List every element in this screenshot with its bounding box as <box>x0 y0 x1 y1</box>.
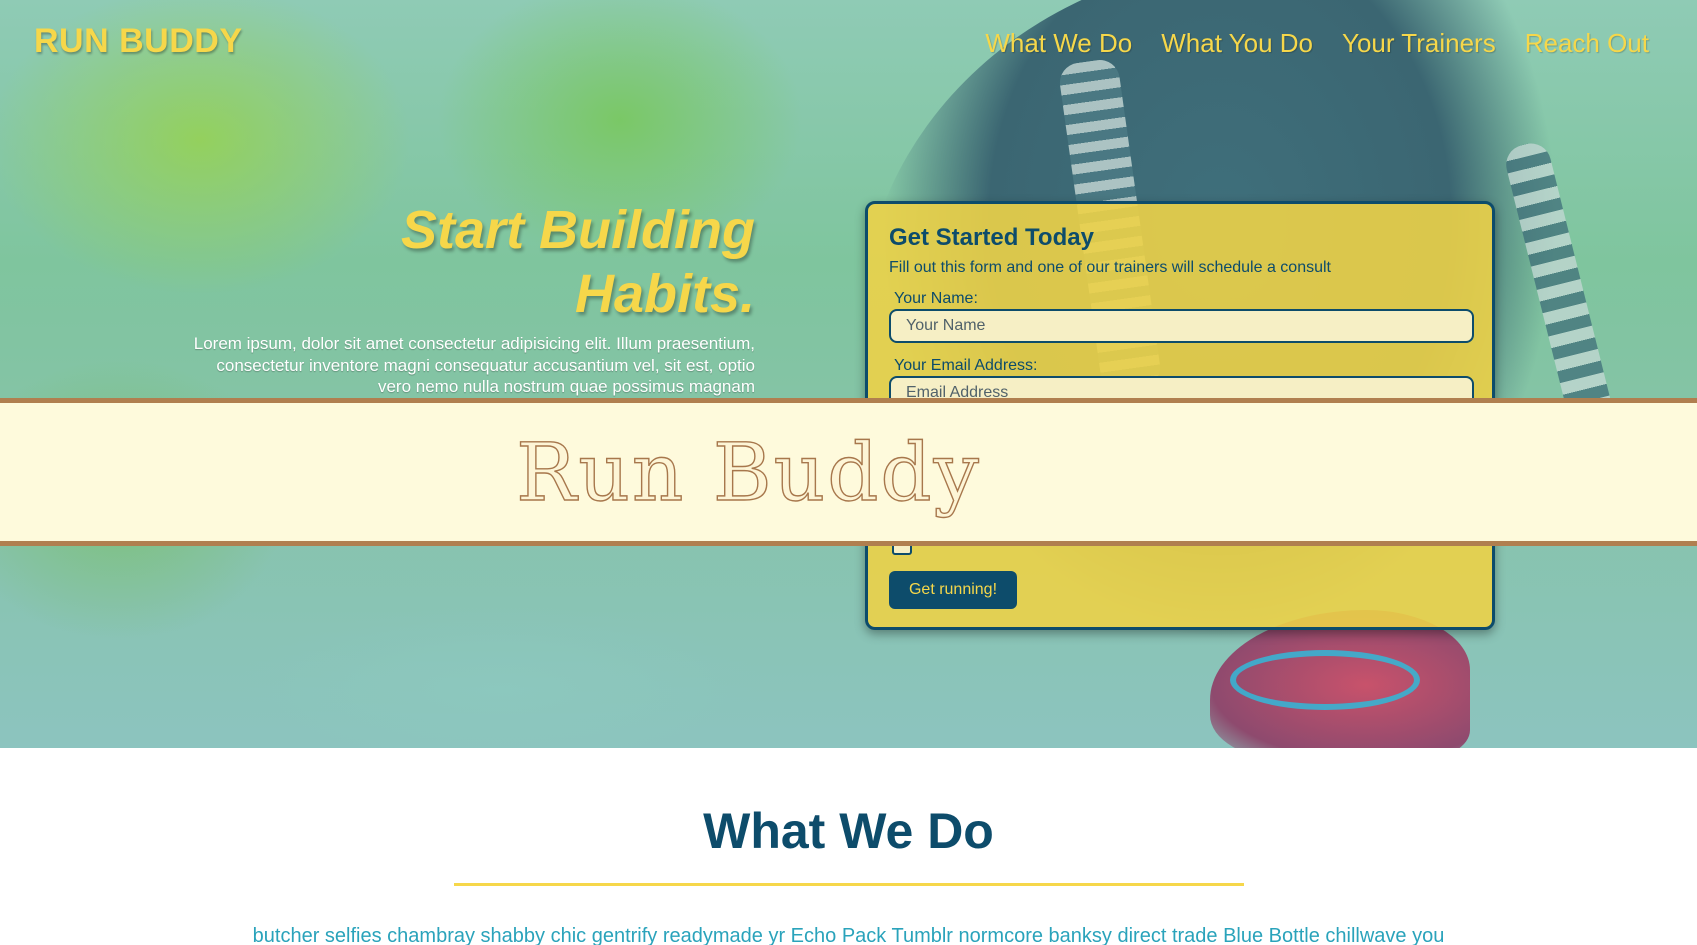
site-logo[interactable]: RUN BUDDY <box>34 22 243 61</box>
email-label: Your Email Address: <box>894 357 1038 374</box>
section-body-text: butcher selfies chambray shabby chic gen… <box>252 925 1445 945</box>
nav-link-what-you-do[interactable]: What You Do <box>1161 28 1313 59</box>
hero-section: RUN BUDDY What We Do What You Do Your Tr… <box>0 0 1697 748</box>
banner-title: Run Buddy <box>515 425 981 519</box>
nav-link-what-we-do[interactable]: What We Do <box>985 28 1132 59</box>
main-nav: What We Do What You Do Your Trainers Rea… <box>985 28 1649 59</box>
nav-link-your-trainers[interactable]: Your Trainers <box>1342 28 1496 59</box>
name-label: Your Name: <box>894 290 978 307</box>
form-subtitle: Fill out this form and one of our traine… <box>889 259 1331 276</box>
section-divider <box>454 883 1244 886</box>
nav-link-reach-out[interactable]: Reach Out <box>1525 28 1649 59</box>
section-heading: What We Do <box>703 803 994 859</box>
form-title: Get Started Today <box>889 224 1094 251</box>
hero-description: Lorem ipsum, dolor sit amet consectetur … <box>193 334 755 396</box>
hero-headline: Start Building Habits. <box>401 200 755 324</box>
name-input[interactable] <box>889 309 1474 343</box>
hero-background-lace <box>1230 650 1420 710</box>
overlay-banner: Run Buddy <box>0 398 1697 546</box>
get-running-button[interactable]: Get running! <box>889 571 1017 609</box>
